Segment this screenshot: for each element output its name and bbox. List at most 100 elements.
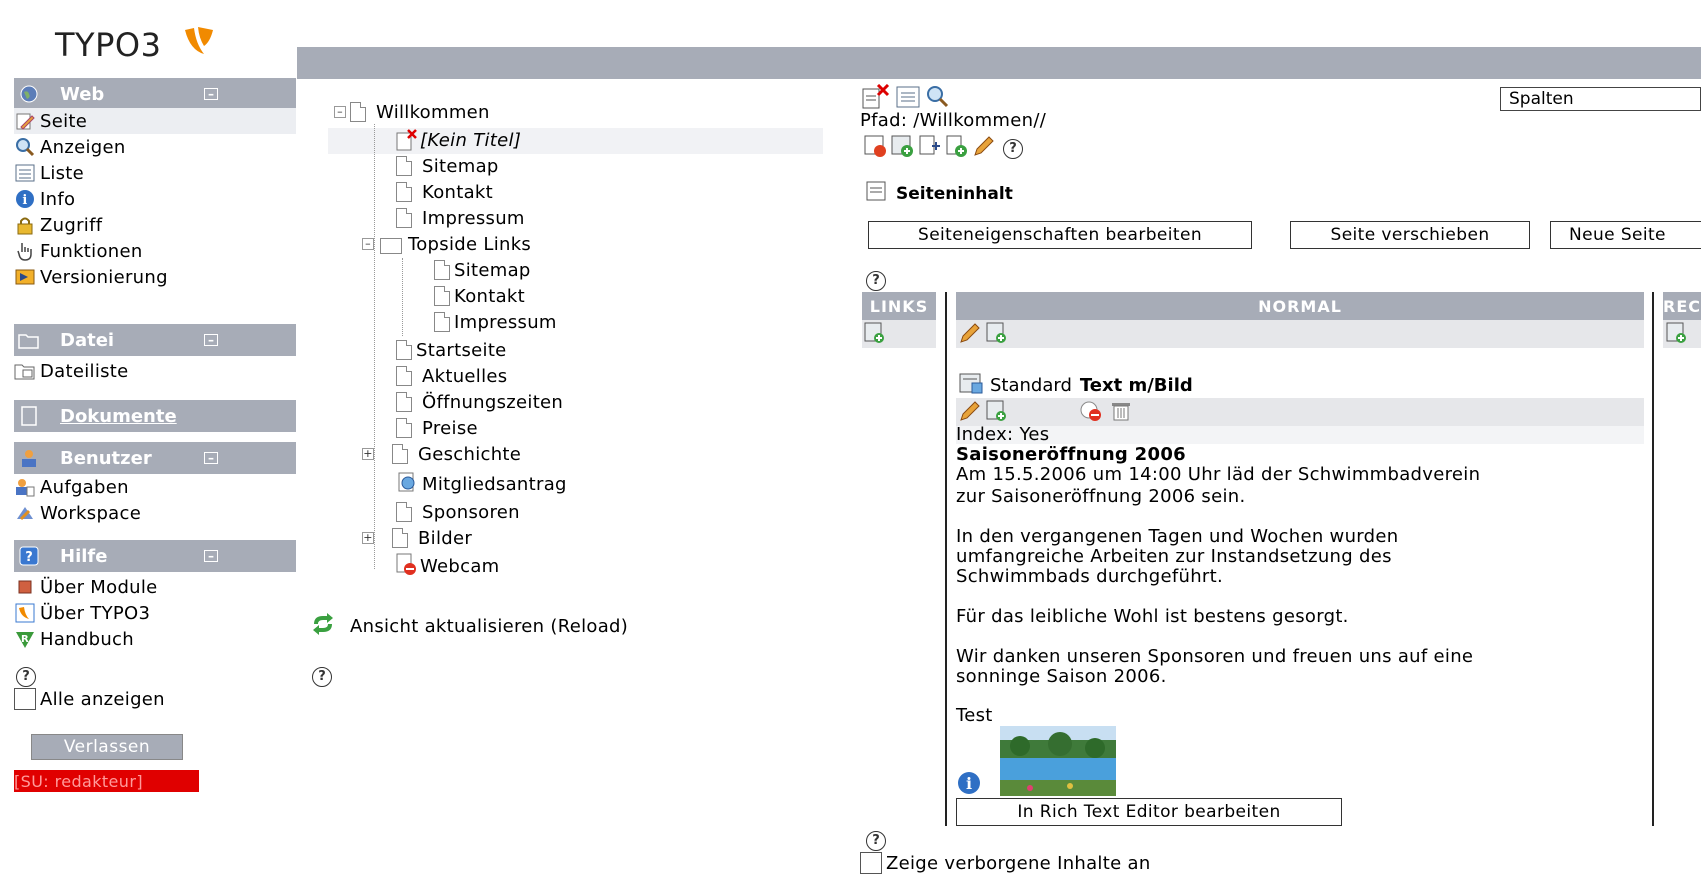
menu-item-info[interactable]: i Info — [14, 186, 75, 212]
svg-text:?: ? — [25, 550, 33, 565]
rte-edit-button[interactable]: In Rich Text Editor bearbeiten — [956, 798, 1342, 826]
expand-toggle-icon[interactable]: + — [362, 448, 374, 460]
menu-item-label: Liste — [40, 162, 85, 184]
tree-node[interactable]: Aktuelles — [396, 364, 507, 388]
bottom-help-button[interactable]: ? — [866, 828, 886, 851]
new-page-button[interactable]: Neue Seite — [1550, 221, 1701, 249]
tree-node[interactable]: Sponsoren — [396, 500, 520, 524]
tree-node[interactable]: Kontakt — [396, 180, 493, 204]
hide-icon[interactable] — [1078, 400, 1106, 427]
tree-node-label: Impressum — [454, 311, 557, 333]
menu-group-benutzer[interactable]: Benutzer – — [14, 442, 296, 474]
tasks-icon — [14, 476, 36, 498]
reload-link[interactable]: Ansicht aktualisieren (Reload) — [310, 612, 628, 638]
tree-node-label: Willkommen — [376, 101, 490, 123]
body-line: Für das leibliche Wohl ist bestens gesor… — [956, 606, 1349, 627]
new-content-icon[interactable] — [986, 400, 1008, 427]
tree-node-label: Geschichte — [418, 443, 522, 465]
folder-icon — [18, 329, 40, 351]
menu-item-anzeigen[interactable]: Anzeigen — [14, 134, 126, 160]
menu-item-liste[interactable]: Liste — [14, 160, 84, 186]
new-content-icon[interactable] — [986, 322, 1008, 349]
typo3-icon — [14, 602, 36, 624]
new-page-icon[interactable] — [945, 134, 969, 163]
trash-icon[interactable] — [1110, 400, 1132, 427]
tree-node[interactable]: + Bilder — [362, 526, 472, 550]
new-content-icon[interactable] — [1666, 322, 1688, 349]
folder-icon — [380, 238, 402, 254]
menu-item-funktionen[interactable]: Funktionen — [14, 238, 143, 264]
view-mode-select[interactable]: Spalten — [1500, 87, 1701, 111]
tree-node[interactable]: Sitemap — [396, 154, 499, 178]
index-row — [956, 426, 1644, 444]
page-icon — [350, 102, 366, 122]
tree-node[interactable]: [Kein Titel] — [396, 128, 521, 152]
collapse-icon[interactable]: – — [204, 452, 218, 464]
move-page-button[interactable]: Seite verschieben — [1290, 221, 1530, 249]
expand-toggle-icon[interactable]: + — [362, 532, 374, 544]
menu-item-label: Über Module — [40, 576, 158, 598]
help-button[interactable]: ? — [16, 664, 36, 687]
menu-group-web[interactable]: Web – — [14, 78, 296, 110]
menu-item-ueber-typo3[interactable]: Über TYPO3 — [14, 600, 150, 626]
page-icon — [396, 208, 412, 228]
menu-group-datei[interactable]: Datei – — [14, 324, 296, 356]
menu-group-dokumente[interactable]: Dokumente — [14, 400, 296, 432]
page-path: Pfad: /Willkommen// — [860, 110, 1047, 131]
tree-node[interactable]: Webcam — [396, 553, 500, 578]
tree-node[interactable]: Impressum — [396, 206, 525, 230]
tree-node[interactable]: Preise — [396, 416, 478, 440]
tree-node-shortcut[interactable]: Kontakt — [434, 284, 525, 308]
menu-item-seite[interactable]: Seite — [14, 108, 296, 134]
shortcut-page-icon — [434, 312, 450, 332]
show-all-toggle[interactable]: Alle anzeigen — [14, 686, 165, 712]
menu-item-ueber-module[interactable]: Über Module — [14, 574, 158, 600]
tree-node-folder[interactable]: – Topside Links — [362, 232, 531, 256]
menu-item-workspace[interactable]: Workspace — [14, 500, 141, 526]
edit-pencil-icon[interactable] — [972, 134, 996, 163]
shortcut-page-icon — [434, 286, 450, 306]
collapse-toggle-icon[interactable]: – — [362, 238, 374, 250]
new-content-icon[interactable] — [891, 134, 915, 163]
tree-node-shortcut[interactable]: Sitemap — [434, 258, 531, 282]
menu-item-label: Aufgaben — [40, 476, 129, 498]
move-page-icon[interactable] — [918, 134, 942, 163]
collapse-icon[interactable]: – — [204, 334, 218, 346]
menu-group-hilfe[interactable]: ? Hilfe – — [14, 540, 296, 572]
tree-node-label: Sitemap — [422, 155, 499, 177]
typo3-logo-icon — [185, 27, 213, 54]
menu-item-dateiliste[interactable]: Dateiliste — [14, 358, 129, 384]
tree-node[interactable]: Öffnungszeiten — [396, 390, 563, 414]
columns-help-button[interactable]: ? — [866, 268, 886, 291]
magnifier-icon — [14, 136, 36, 158]
edit-page-properties-button[interactable]: Seiteneigenschaften bearbeiten — [868, 221, 1252, 249]
collapse-icon[interactable]: – — [204, 88, 218, 100]
tree-node[interactable]: + Geschichte — [362, 442, 521, 466]
show-hidden-toggle[interactable]: Zeige verborgene Inhalte an — [860, 852, 1151, 874]
tree-node[interactable]: Mitgliedsantrag — [396, 472, 567, 496]
tree-node-shortcut[interactable]: Impressum — [434, 310, 557, 334]
body-line: Schwimmbads durchgeführt. — [956, 566, 1223, 587]
logout-button[interactable]: Verlassen — [31, 734, 183, 760]
menu-item-zugriff[interactable]: Zugriff — [14, 212, 102, 238]
versioning-icon — [14, 266, 36, 288]
question-icon[interactable]: ? — [1003, 138, 1023, 159]
menu-item-versionierung[interactable]: Versionierung — [14, 264, 168, 290]
page-history-icon[interactable] — [864, 134, 888, 163]
tree-help-button[interactable]: ? — [312, 664, 332, 687]
menu-item-handbuch[interactable]: R Handbuch — [14, 626, 134, 652]
menu-item-aufgaben[interactable]: Aufgaben — [14, 474, 129, 500]
tree-connector — [374, 124, 375, 569]
collapse-icon[interactable]: – — [204, 550, 218, 562]
edit-pencil-icon[interactable] — [958, 322, 982, 349]
new-content-icon[interactable] — [864, 322, 886, 349]
show-all-checkbox[interactable] — [14, 688, 36, 710]
edit-pencil-icon[interactable] — [958, 400, 982, 427]
tree-node-shortcut[interactable]: Startseite — [396, 338, 507, 362]
info-icon[interactable]: i — [956, 770, 982, 801]
collapse-toggle-icon[interactable]: – — [334, 106, 346, 118]
show-hidden-checkbox[interactable] — [860, 852, 882, 874]
form-page-icon — [396, 471, 418, 498]
column-header-links: LINKS — [862, 292, 936, 320]
tree-node-root[interactable]: – Willkommen — [334, 100, 490, 124]
